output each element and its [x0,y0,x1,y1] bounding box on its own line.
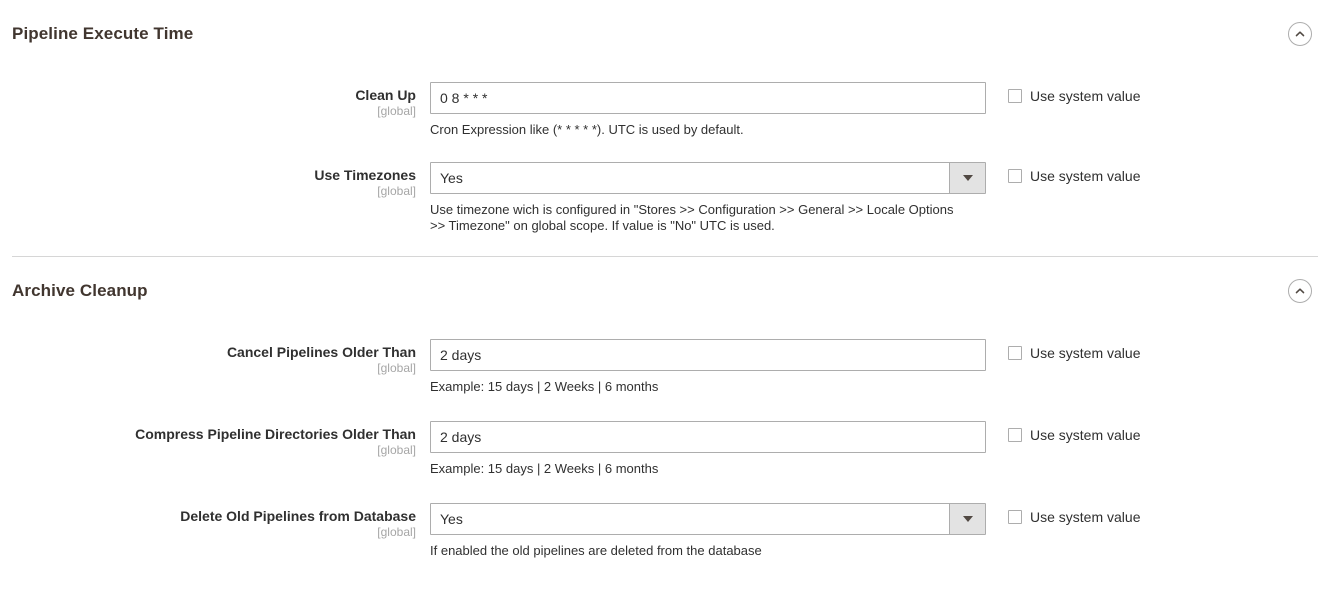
section-title: Archive Cleanup [12,281,148,300]
field-label: Cancel Pipelines Older Than [226,344,416,360]
use-system-value-checkbox[interactable]: Use system value [1008,509,1140,525]
use-system-value-label: Use system value [1030,88,1141,104]
system-value-group: Use system value [1008,339,1140,361]
system-value-group: Use system value [1008,421,1140,443]
fields-pipeline-execute-time: Clean Up [global] Cron Expression like (… [0,68,1330,234]
delete-old-pipelines-select[interactable]: Yes [430,503,986,535]
checkbox-box[interactable] [1008,169,1022,183]
system-value-group: Use system value [1008,82,1140,104]
field-note: If enabled the old pipelines are deleted… [430,543,762,558]
field-note: Cron Expression like (* * * * *). UTC is… [430,122,744,137]
chevron-down-icon[interactable] [949,504,985,534]
field-label: Delete Old Pipelines from Database [180,508,416,524]
field-label-group: Cancel Pipelines Older Than [global] [0,339,430,376]
compress-pipeline-directories-older-than-input[interactable] [430,421,986,453]
use-system-value-label: Use system value [1030,509,1141,525]
field-row-delete-old-pipelines-from-database: Delete Old Pipelines from Database [glob… [0,503,1330,559]
select-value[interactable]: Yes [430,503,986,535]
use-system-value-checkbox[interactable]: Use system value [1008,168,1140,184]
checkbox-box[interactable] [1008,428,1022,442]
field-scope: [global] [377,104,416,118]
field-scope: [global] [377,525,416,539]
field-label-group: Clean Up [global] [0,82,430,119]
field-note: Use timezone wich is configured in "Stor… [430,202,954,233]
chevron-up-circle-icon[interactable] [1288,22,1312,46]
section-pipeline-execute-time: Pipeline Execute Time Clean Up [global] … [0,0,1330,234]
field-label-group: Use Timezones [global] [0,162,430,199]
field-label-group: Compress Pipeline Directories Older Than… [0,421,430,458]
use-timezones-select[interactable]: Yes [430,162,986,194]
use-system-value-checkbox[interactable]: Use system value [1008,88,1140,104]
field-control: Example: 15 days | 2 Weeks | 6 months [430,339,986,395]
select-value[interactable]: Yes [430,162,986,194]
section-header-archive-cleanup[interactable]: Archive Cleanup [0,257,1330,325]
use-system-value-checkbox[interactable]: Use system value [1008,427,1140,443]
field-note: Example: 15 days | 2 Weeks | 6 months [430,461,659,476]
field-label: Use Timezones [314,167,416,183]
use-system-value-checkbox[interactable]: Use system value [1008,345,1140,361]
field-control: Yes Use timezone wich is configured in "… [430,162,986,234]
field-label: Clean Up [355,87,416,103]
field-scope: [global] [377,184,416,198]
field-row-cancel-pipelines-older-than: Cancel Pipelines Older Than [global] Exa… [0,339,1330,395]
use-system-value-label: Use system value [1030,345,1141,361]
field-control: Yes If enabled the old pipelines are del… [430,503,986,559]
field-label: Compress Pipeline Directories Older Than [135,426,416,442]
chevron-down-icon[interactable] [949,163,985,193]
field-row-use-timezones: Use Timezones [global] Yes Use timezone … [0,162,1330,234]
checkbox-box[interactable] [1008,510,1022,524]
system-value-group: Use system value [1008,503,1140,525]
field-control: Cron Expression like (* * * * *). UTC is… [430,82,986,138]
field-scope: [global] [377,443,416,457]
field-label-group: Delete Old Pipelines from Database [glob… [0,503,430,540]
section-title: Pipeline Execute Time [12,24,194,43]
section-header-pipeline-execute-time[interactable]: Pipeline Execute Time [0,0,1330,68]
clean-up-input[interactable] [430,82,986,114]
fields-archive-cleanup: Cancel Pipelines Older Than [global] Exa… [0,325,1330,559]
section-archive-cleanup: Archive Cleanup Cancel Pipelines Older T… [0,257,1330,559]
checkbox-box[interactable] [1008,346,1022,360]
use-system-value-label: Use system value [1030,427,1141,443]
system-value-group: Use system value [1008,162,1140,184]
field-control: Example: 15 days | 2 Weeks | 6 months [430,421,986,477]
use-system-value-label: Use system value [1030,168,1141,184]
cancel-pipelines-older-than-input[interactable] [430,339,986,371]
field-row-clean-up: Clean Up [global] Cron Expression like (… [0,82,1330,138]
field-row-compress-pipeline-directories-older-than: Compress Pipeline Directories Older Than… [0,421,1330,477]
chevron-up-circle-icon[interactable] [1288,279,1312,303]
field-scope: [global] [377,361,416,375]
config-form-page: Pipeline Execute Time Clean Up [global] … [0,0,1330,592]
checkbox-box[interactable] [1008,89,1022,103]
field-note: Example: 15 days | 2 Weeks | 6 months [430,379,659,394]
